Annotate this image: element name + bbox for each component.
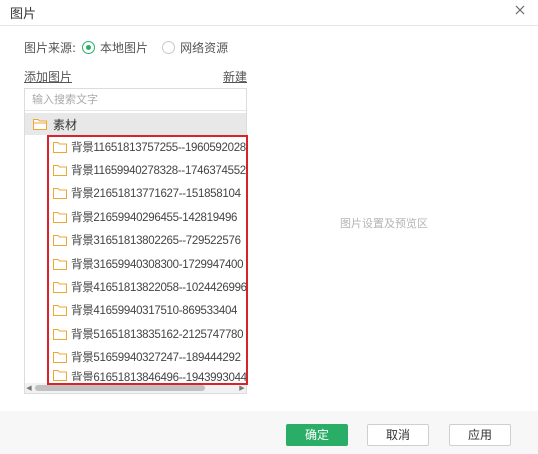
- horizontal-scrollbar[interactable]: ◀ ▶: [25, 383, 246, 393]
- folder-icon: [53, 141, 67, 153]
- tree-item-label: 背景21651813771627--151858104: [71, 188, 241, 201]
- tree-root-label: 素材: [53, 117, 78, 132]
- tree-item-label: 背景31651813802265--729522576: [71, 235, 241, 248]
- image-tree-panel: 素材 背景11651813757255--1960592028 背景116599…: [24, 88, 247, 394]
- tree-child-list: 背景11651813757255--1960592028 背景116599402…: [25, 135, 246, 381]
- folder-icon: [53, 351, 67, 364]
- radio-local-image-label: 本地图片: [100, 40, 149, 55]
- scroll-right-arrow-icon[interactable]: ▶: [238, 384, 246, 392]
- tree-item[interactable]: 背景11659940278328--1746374552: [25, 158, 246, 181]
- tree-item[interactable]: 背景51659940327247--189444292: [25, 346, 246, 369]
- cancel-button[interactable]: 取消: [367, 424, 429, 446]
- folder-icon: [53, 369, 67, 381]
- tree-item[interactable]: 背景21659940296455-142819496: [25, 205, 246, 228]
- tree-item-label: 背景21659940296455-142819496: [71, 211, 238, 224]
- close-icon[interactable]: [512, 2, 528, 18]
- link-row: 添加图片 新建: [24, 68, 247, 84]
- tree-item-label: 背景51659940327247--189444292: [71, 352, 241, 365]
- tree-item-label: 背景51651813835162-2125747780: [71, 328, 244, 341]
- image-source-row: 图片来源: 本地图片 网络资源: [24, 38, 242, 56]
- folder-icon: [53, 164, 67, 177]
- radio-network-resource[interactable]: 网络资源: [162, 39, 228, 56]
- folder-icon: [53, 328, 67, 340]
- new-link[interactable]: 新建: [223, 68, 247, 85]
- tree-item[interactable]: 背景11651813757255--1960592028: [25, 135, 246, 158]
- tree-item-label: 背景11659940278328--1746374552: [71, 165, 246, 178]
- scrollbar-thumb[interactable]: [35, 385, 205, 391]
- tree-item[interactable]: 背景41659940317510-869533404: [25, 299, 246, 322]
- dialog-title: 图片: [10, 7, 37, 22]
- tree-item-label: 背景31659940308300-1729947400: [71, 258, 244, 271]
- tree-item-label: 背景61651813846496--1943993044: [71, 372, 246, 381]
- folder-icon: [53, 234, 67, 247]
- folder-icon: [53, 304, 67, 317]
- preview-area-hint: 图片设置及预览区: [340, 217, 428, 230]
- folder-icon: [53, 281, 67, 294]
- radio-unchecked-icon[interactable]: [162, 40, 176, 54]
- folder-icon: [53, 258, 67, 270]
- tree-root-folder[interactable]: 素材: [25, 113, 246, 135]
- radio-local-image[interactable]: 本地图片: [82, 39, 148, 56]
- folder-icon: [53, 187, 67, 200]
- image-source-label: 图片来源:: [24, 40, 77, 55]
- tree-item-label: 背景41659940317510-869533404: [71, 305, 238, 318]
- image-dialog: 图片 图片来源: 本地图片 网络资源 添加图片 新建 素材: [0, 0, 538, 454]
- tree-item-label: 背景41651813822058--1024426996: [71, 282, 247, 295]
- tree-item[interactable]: 背景41651813822058--1024426996: [25, 275, 246, 298]
- folder-open-icon: [33, 118, 47, 130]
- add-image-link[interactable]: 添加图片: [24, 68, 72, 85]
- apply-button[interactable]: 应用: [449, 424, 511, 446]
- tree-item[interactable]: 背景51651813835162-2125747780: [25, 322, 246, 345]
- ok-button[interactable]: 确定: [286, 424, 348, 446]
- radio-network-resource-label: 网络资源: [180, 40, 229, 55]
- folder-icon: [53, 211, 67, 223]
- tree-item[interactable]: 背景31659940308300-1729947400: [25, 252, 246, 275]
- tree-item[interactable]: 背景31651813802265--729522576: [25, 229, 246, 252]
- radio-checked-icon[interactable]: [82, 40, 96, 54]
- dialog-titlebar: 图片: [0, 0, 538, 26]
- tree-item-label: 背景11651813757255--1960592028: [71, 141, 246, 154]
- scroll-left-arrow-icon[interactable]: ◀: [25, 384, 33, 392]
- tree-item[interactable]: 背景61651813846496--1943993044: [25, 369, 246, 381]
- search-input[interactable]: [25, 89, 246, 111]
- tree-item[interactable]: 背景21651813771627--151858104: [25, 182, 246, 205]
